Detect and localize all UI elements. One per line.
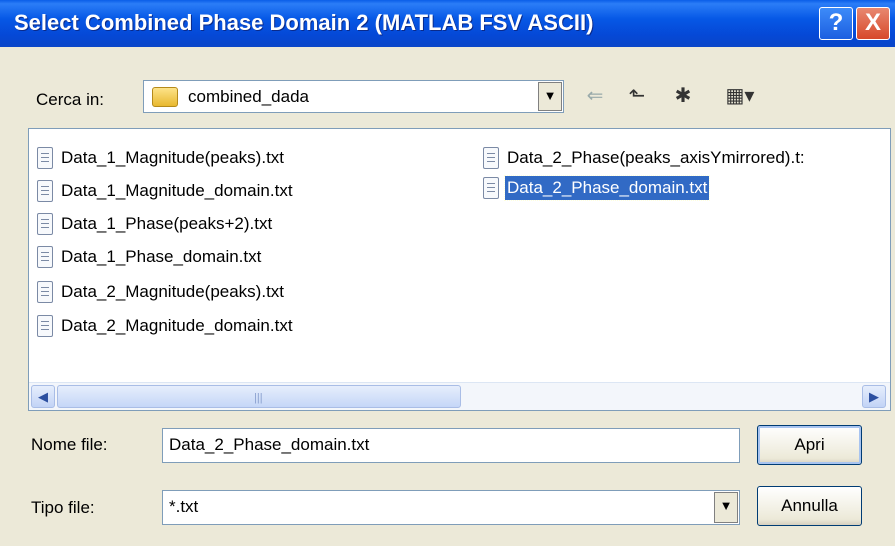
filename-input[interactable]: Data_2_Phase_domain.txt [162, 428, 740, 463]
new-folder-icon[interactable]: ✱ [668, 84, 698, 108]
file-name: Data_2_Magnitude_domain.txt [61, 316, 293, 335]
filename-label: Nome file: [31, 435, 108, 454]
filetype-label: Tipo file: [31, 498, 95, 517]
text-file-icon [37, 315, 53, 337]
text-file-icon [37, 246, 53, 268]
filetype-value: *.txt [169, 497, 199, 516]
open-button[interactable]: Apri [757, 425, 862, 465]
chevron-down-icon[interactable]: ▼ [538, 82, 562, 111]
text-file-icon [37, 180, 53, 202]
scroll-left-icon[interactable]: ◀ [31, 385, 55, 408]
filename-value: Data_2_Phase_domain.txt [169, 435, 370, 454]
text-file-icon [483, 147, 499, 169]
window-title: Select Combined Phase Domain 2 (MATLAB F… [14, 10, 594, 35]
filetype-dropdown[interactable]: *.txt ▼ [162, 490, 740, 525]
back-icon[interactable]: ⇐ [580, 84, 610, 108]
file-name: Data_2_Magnitude(peaks).txt [61, 282, 285, 301]
text-file-icon [37, 281, 53, 303]
horizontal-scrollbar[interactable]: ◀ ||| ▶ [29, 382, 890, 410]
cancel-button[interactable]: Annulla [757, 486, 862, 526]
file-name: Data_2_Phase_domain.txt [503, 175, 711, 201]
file-name: Data_1_Magnitude(peaks).txt [61, 148, 285, 167]
text-file-icon [37, 213, 53, 235]
file-name: Data_2_Phase(peaks_axisYmirrored).t: [507, 148, 805, 167]
help-button[interactable]: ? [819, 7, 853, 40]
file-name: Data_1_Magnitude_domain.txt [61, 181, 293, 200]
close-button[interactable]: X [856, 7, 890, 40]
file-name: Data_1_Phase_domain.txt [61, 247, 262, 266]
file-list[interactable]: Data_1_Magnitude(peaks).txt Data_1_Magni… [28, 128, 891, 411]
folder-icon [152, 87, 178, 107]
file-name: Data_1_Phase(peaks+2).txt [61, 214, 273, 233]
lookin-dropdown[interactable]: combined_dada ▼ [143, 80, 564, 113]
lookin-label: Cerca in: [36, 90, 105, 109]
title-bar[interactable]: Select Combined Phase Domain 2 (MATLAB F… [0, 0, 895, 47]
grip-icon: ||| [254, 392, 263, 404]
view-menu-icon[interactable]: ▦▾ [718, 84, 762, 108]
scroll-right-icon[interactable]: ▶ [862, 385, 886, 408]
scroll-thumb[interactable]: ||| [57, 385, 461, 408]
text-file-icon [37, 147, 53, 169]
text-file-icon [483, 177, 499, 199]
chevron-down-icon[interactable]: ▼ [714, 492, 738, 523]
up-folder-icon[interactable]: ⬑ [622, 84, 652, 108]
lookin-value: combined_dada [188, 87, 309, 106]
